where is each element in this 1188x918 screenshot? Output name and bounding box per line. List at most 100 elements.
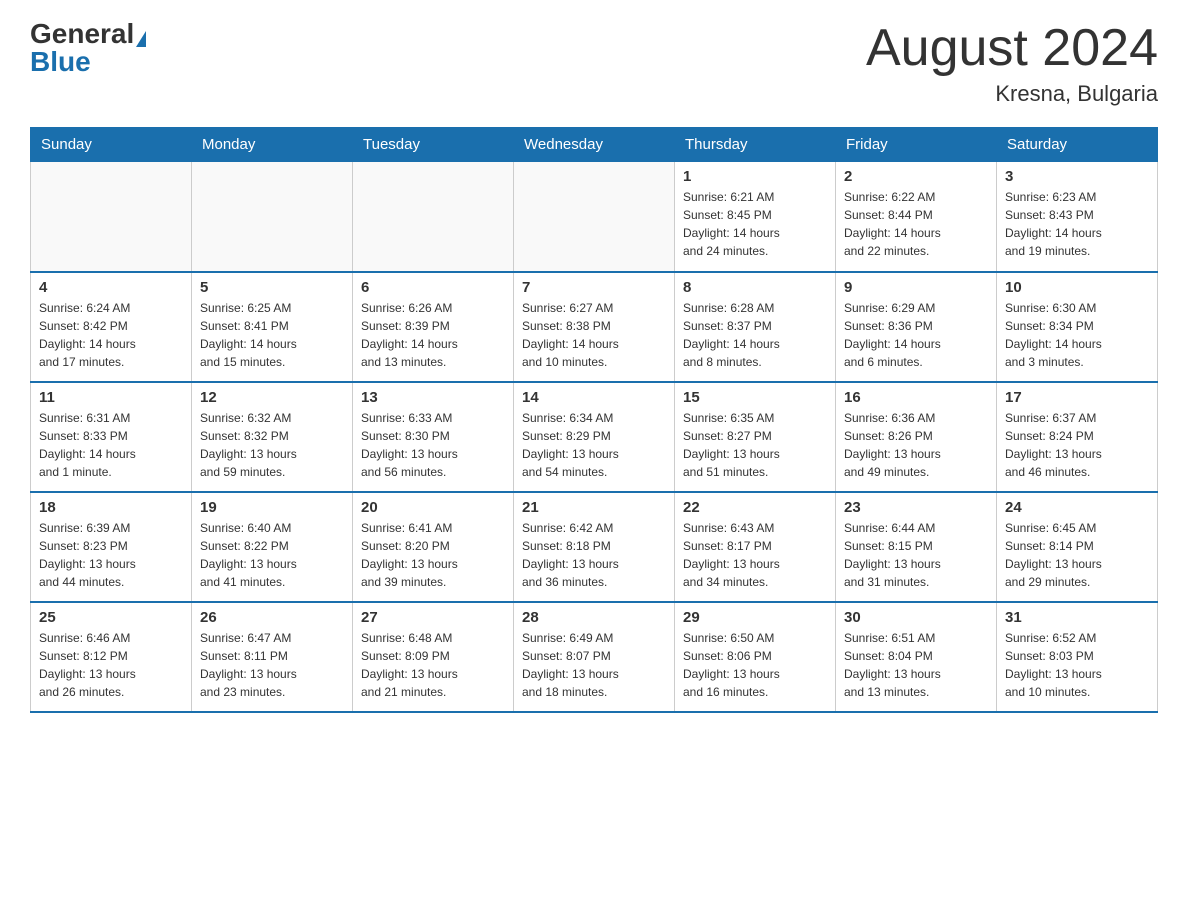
day-info: Sunrise: 6:35 AM Sunset: 8:27 PM Dayligh… bbox=[683, 409, 827, 481]
day-number: 8 bbox=[683, 279, 827, 296]
logo-blue-text: Blue bbox=[30, 46, 91, 77]
logo-bottom: Blue bbox=[30, 48, 91, 76]
calendar-day: 30Sunrise: 6:51 AM Sunset: 8:04 PM Dayli… bbox=[836, 602, 997, 712]
day-number: 4 bbox=[39, 279, 183, 296]
day-number: 7 bbox=[522, 279, 666, 296]
day-info: Sunrise: 6:34 AM Sunset: 8:29 PM Dayligh… bbox=[522, 409, 666, 481]
logo-top: General bbox=[30, 20, 146, 48]
day-info: Sunrise: 6:30 AM Sunset: 8:34 PM Dayligh… bbox=[1005, 299, 1149, 371]
day-number: 2 bbox=[844, 168, 988, 185]
day-info: Sunrise: 6:47 AM Sunset: 8:11 PM Dayligh… bbox=[200, 629, 344, 701]
day-info: Sunrise: 6:39 AM Sunset: 8:23 PM Dayligh… bbox=[39, 519, 183, 591]
col-header-wednesday: Wednesday bbox=[514, 128, 675, 162]
calendar-day: 24 Sunrise: 6:45 AM Sunset: 8:14 PM Dayli… bbox=[997, 492, 1158, 602]
calendar-day: 9 Sunrise: 6:29 AM Sunset: 8:36 PM Daylig… bbox=[836, 272, 997, 382]
calendar-week-row: 1 Sunrise: 6:21 AM Sunset: 8:45 PM Daylig… bbox=[31, 162, 1158, 272]
location: Kresna, Bulgaria bbox=[866, 81, 1158, 107]
day-number: 17 bbox=[1005, 389, 1149, 406]
title-block: August 2024 Kresna, Bulgaria bbox=[866, 20, 1158, 107]
calendar-day: 4 Sunrise: 6:24 AM Sunset: 8:42 PM Daylig… bbox=[31, 272, 192, 382]
day-info: Sunrise: 6:33 AM Sunset: 8:30 PM Dayligh… bbox=[361, 409, 505, 481]
calendar-day: 13 Sunrise: 6:33 AM Sunset: 8:30 PM Dayli… bbox=[353, 382, 514, 492]
day-info: Sunrise: 6:29 AM Sunset: 8:36 PM Dayligh… bbox=[844, 299, 988, 371]
calendar-day: 28 Sunrise: 6:49 AM Sunset: 8:07 PM Dayli… bbox=[514, 602, 675, 712]
day-number: 3 bbox=[1005, 168, 1149, 185]
day-number: 31 bbox=[1005, 609, 1149, 626]
day-info: Sunrise: 6:32 AM Sunset: 8:32 PM Dayligh… bbox=[200, 409, 344, 481]
day-number: 6 bbox=[361, 279, 505, 296]
logo-general-text: General bbox=[30, 18, 134, 49]
day-number: 14 bbox=[522, 389, 666, 406]
day-number: 13 bbox=[361, 389, 505, 406]
day-number: 18 bbox=[39, 499, 183, 516]
calendar-week-row: 11Sunrise: 6:31 AM Sunset: 8:33 PM Dayli… bbox=[31, 382, 1158, 492]
day-info: Sunrise: 6:43 AM Sunset: 8:17 PM Dayligh… bbox=[683, 519, 827, 591]
calendar-day: 10Sunrise: 6:30 AM Sunset: 8:34 PM Dayli… bbox=[997, 272, 1158, 382]
day-number: 30 bbox=[844, 609, 988, 626]
col-header-tuesday: Tuesday bbox=[353, 128, 514, 162]
day-info: Sunrise: 6:40 AM Sunset: 8:22 PM Dayligh… bbox=[200, 519, 344, 591]
calendar-day: 17Sunrise: 6:37 AM Sunset: 8:24 PM Dayli… bbox=[997, 382, 1158, 492]
calendar-day: 31 Sunrise: 6:52 AM Sunset: 8:03 PM Dayli… bbox=[997, 602, 1158, 712]
day-info: Sunrise: 6:45 AM Sunset: 8:14 PM Dayligh… bbox=[1005, 519, 1149, 591]
logo-triangle-icon bbox=[136, 31, 146, 47]
calendar-week-row: 25Sunrise: 6:46 AM Sunset: 8:12 PM Dayli… bbox=[31, 602, 1158, 712]
calendar-day bbox=[353, 162, 514, 272]
day-info: Sunrise: 6:28 AM Sunset: 8:37 PM Dayligh… bbox=[683, 299, 827, 371]
col-header-friday: Friday bbox=[836, 128, 997, 162]
day-number: 1 bbox=[683, 168, 827, 185]
calendar-week-row: 18 Sunrise: 6:39 AM Sunset: 8:23 PM Dayli… bbox=[31, 492, 1158, 602]
calendar-day: 12 Sunrise: 6:32 AM Sunset: 8:32 PM Dayli… bbox=[192, 382, 353, 492]
day-number: 16 bbox=[844, 389, 988, 406]
day-number: 23 bbox=[844, 499, 988, 516]
day-info: Sunrise: 6:42 AM Sunset: 8:18 PM Dayligh… bbox=[522, 519, 666, 591]
calendar-day: 26Sunrise: 6:47 AM Sunset: 8:11 PM Dayli… bbox=[192, 602, 353, 712]
day-number: 21 bbox=[522, 499, 666, 516]
day-number: 19 bbox=[200, 499, 344, 516]
calendar-day: 6 Sunrise: 6:26 AM Sunset: 8:39 PM Daylig… bbox=[353, 272, 514, 382]
day-number: 28 bbox=[522, 609, 666, 626]
calendar-day: 18 Sunrise: 6:39 AM Sunset: 8:23 PM Dayli… bbox=[31, 492, 192, 602]
day-number: 24 bbox=[1005, 499, 1149, 516]
calendar-day: 8 Sunrise: 6:28 AM Sunset: 8:37 PM Daylig… bbox=[675, 272, 836, 382]
day-info: Sunrise: 6:24 AM Sunset: 8:42 PM Dayligh… bbox=[39, 299, 183, 371]
day-info: Sunrise: 6:50 AM Sunset: 8:06 PM Dayligh… bbox=[683, 629, 827, 701]
day-number: 11 bbox=[39, 389, 183, 406]
day-number: 9 bbox=[844, 279, 988, 296]
col-header-saturday: Saturday bbox=[997, 128, 1158, 162]
day-number: 22 bbox=[683, 499, 827, 516]
day-number: 25 bbox=[39, 609, 183, 626]
month-title: August 2024 bbox=[866, 20, 1158, 77]
calendar-day: 21 Sunrise: 6:42 AM Sunset: 8:18 PM Dayli… bbox=[514, 492, 675, 602]
col-header-thursday: Thursday bbox=[675, 128, 836, 162]
calendar-day bbox=[192, 162, 353, 272]
day-info: Sunrise: 6:52 AM Sunset: 8:03 PM Dayligh… bbox=[1005, 629, 1149, 701]
calendar-day: 5 Sunrise: 6:25 AM Sunset: 8:41 PM Daylig… bbox=[192, 272, 353, 382]
day-number: 15 bbox=[683, 389, 827, 406]
day-info: Sunrise: 6:25 AM Sunset: 8:41 PM Dayligh… bbox=[200, 299, 344, 371]
calendar-week-row: 4 Sunrise: 6:24 AM Sunset: 8:42 PM Daylig… bbox=[31, 272, 1158, 382]
day-number: 5 bbox=[200, 279, 344, 296]
day-number: 20 bbox=[361, 499, 505, 516]
day-info: Sunrise: 6:26 AM Sunset: 8:39 PM Dayligh… bbox=[361, 299, 505, 371]
calendar-day bbox=[31, 162, 192, 272]
calendar-day: 23 Sunrise: 6:44 AM Sunset: 8:15 PM Dayli… bbox=[836, 492, 997, 602]
day-info: Sunrise: 6:49 AM Sunset: 8:07 PM Dayligh… bbox=[522, 629, 666, 701]
day-info: Sunrise: 6:21 AM Sunset: 8:45 PM Dayligh… bbox=[683, 188, 827, 260]
day-info: Sunrise: 6:44 AM Sunset: 8:15 PM Dayligh… bbox=[844, 519, 988, 591]
calendar-day: 7Sunrise: 6:27 AM Sunset: 8:38 PM Daylig… bbox=[514, 272, 675, 382]
calendar-day: 15 Sunrise: 6:35 AM Sunset: 8:27 PM Dayli… bbox=[675, 382, 836, 492]
calendar-day: 22 Sunrise: 6:43 AM Sunset: 8:17 PM Dayli… bbox=[675, 492, 836, 602]
day-info: Sunrise: 6:48 AM Sunset: 8:09 PM Dayligh… bbox=[361, 629, 505, 701]
calendar-header-row: SundayMondayTuesdayWednesdayThursdayFrid… bbox=[31, 128, 1158, 162]
day-info: Sunrise: 6:22 AM Sunset: 8:44 PM Dayligh… bbox=[844, 188, 988, 260]
calendar-day: 19 Sunrise: 6:40 AM Sunset: 8:22 PM Dayli… bbox=[192, 492, 353, 602]
calendar-day: 2 Sunrise: 6:22 AM Sunset: 8:44 PM Daylig… bbox=[836, 162, 997, 272]
col-header-sunday: Sunday bbox=[31, 128, 192, 162]
day-info: Sunrise: 6:36 AM Sunset: 8:26 PM Dayligh… bbox=[844, 409, 988, 481]
calendar-day bbox=[514, 162, 675, 272]
day-number: 27 bbox=[361, 609, 505, 626]
day-info: Sunrise: 6:23 AM Sunset: 8:43 PM Dayligh… bbox=[1005, 188, 1149, 260]
calendar-day: 11Sunrise: 6:31 AM Sunset: 8:33 PM Dayli… bbox=[31, 382, 192, 492]
day-number: 12 bbox=[200, 389, 344, 406]
